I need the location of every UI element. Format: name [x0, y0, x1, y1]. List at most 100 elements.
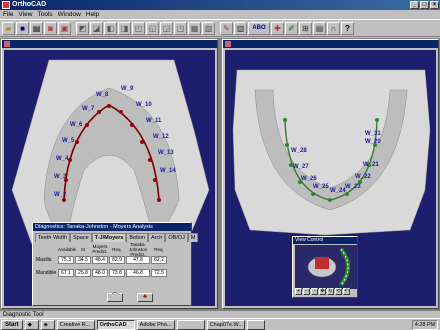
value-cell: 25.8	[75, 268, 91, 277]
value-cell: 72.5	[151, 268, 167, 277]
tab-more[interactable]: M	[187, 233, 199, 242]
zoom-fit-icon[interactable]: ◦	[311, 288, 318, 295]
arch-icon[interactable]: ∩	[327, 21, 340, 35]
tab-arch[interactable]: Arch	[148, 233, 166, 242]
diagnostics-dialog: Diagnostics: Tanaka-Johnston - Moyers An…	[32, 222, 199, 306]
maximize-button[interactable]: □	[420, 1, 429, 9]
view-right-icon[interactable]: ◱	[146, 21, 159, 35]
view-left-icon[interactable]: ◰	[132, 21, 145, 35]
view-window-icon	[4, 41, 10, 47]
view-upper-icon[interactable]: ◩	[76, 21, 89, 35]
undo-view-icon[interactable]: ↶	[343, 288, 350, 295]
tooth-label: W_26	[301, 176, 317, 182]
model-icon[interactable]: ◙	[44, 21, 57, 35]
measure-icon[interactable]: ✎	[220, 21, 233, 35]
rotate-cube-icon	[315, 257, 329, 269]
start-button[interactable]: Start	[1, 319, 23, 330]
system-clock: 4:28 PM	[412, 320, 438, 330]
view-control-title: View Control	[293, 237, 357, 244]
close-button[interactable]: ×	[430, 1, 439, 9]
quicklaunch-icon[interactable]: ◆	[24, 319, 39, 330]
task-adobe-photoshop[interactable]: Adobe Pho...	[136, 319, 175, 330]
value-cell: 67.1	[58, 268, 74, 277]
pan-icon[interactable]: ✥	[319, 288, 326, 295]
value-cell: 73.8	[109, 268, 125, 277]
view-bottom-icon[interactable]: ◳	[174, 21, 187, 35]
table-row: Maxilla 75.3 34.5 48.4 82.9 47.8 82.2	[36, 255, 190, 264]
save-icon[interactable]: ■	[16, 21, 29, 35]
tooth-label: W_8	[96, 92, 109, 98]
menu-help[interactable]: Help	[86, 10, 99, 19]
tooth-label: W_20	[365, 139, 381, 145]
tooth-label: W_13	[158, 150, 174, 156]
tab-space[interactable]: Space	[70, 233, 92, 242]
view-window-icon	[225, 41, 231, 47]
value-cell: 82.2	[151, 255, 167, 264]
tooth-label: W_9	[121, 86, 134, 92]
annotate-icon[interactable]: ✐	[285, 21, 298, 35]
column-header: Req.	[154, 246, 164, 252]
tab-ob-oj[interactable]: OB/OJ	[165, 233, 188, 242]
tab-tj-moyers[interactable]: T-J/Moyers	[91, 233, 127, 242]
orthocad-app-icon	[2, 1, 10, 9]
tab-teeth-width[interactable]: Teeth Width	[35, 233, 71, 242]
tooth-label: W_7	[82, 106, 95, 112]
chart-button[interactable]: ⌒	[107, 293, 123, 302]
minimize-button[interactable]: _	[410, 1, 419, 9]
status-bar: Diagnostic Tool	[0, 310, 440, 318]
view-control-buttons: + − ◦ ✥ ↻ ⟲ ↶	[295, 288, 350, 295]
tooth-label: W_21	[363, 162, 379, 168]
print-icon[interactable]: ▤	[30, 21, 43, 35]
app-title-bar: OrthoCAD _ □ ×	[0, 0, 440, 10]
task-window[interactable]	[176, 319, 205, 330]
rotate-icon[interactable]: ↻	[327, 288, 334, 295]
tooth-label: W_11	[146, 118, 162, 124]
menu-view[interactable]: View	[18, 10, 32, 19]
view-both-icon[interactable]: ◧	[104, 21, 117, 35]
column-header: Available	[58, 246, 77, 252]
tooth-label: W_2	[54, 192, 67, 198]
toolbar: ▰ ■ ▤ ◙ ▣ ◩ ◪ ◧ ◨ ◰ ◱ ◲ ◳ ▦ ▧ ✎ ▨ ABO ✚ …	[0, 19, 440, 37]
diagnostic-icon[interactable]: ✚	[271, 21, 284, 35]
tooth-label: W_22	[355, 174, 371, 180]
open-folder-icon[interactable]: ▰	[2, 21, 15, 35]
reset-view-icon[interactable]: ⟲	[335, 288, 342, 295]
view-lower-icon[interactable]: ◪	[90, 21, 103, 35]
zoom-in-icon[interactable]: +	[295, 288, 302, 295]
zoom-out-icon[interactable]: −	[303, 288, 310, 295]
tooth-label: W_3	[54, 174, 67, 180]
tooth-label: W_28	[291, 148, 307, 154]
task-chap07e[interactable]: Chap07e.W...	[206, 319, 245, 330]
bracket-icon[interactable]: ⊞	[299, 21, 312, 35]
view-back-icon[interactable]: ◲	[160, 21, 173, 35]
rotation-widget[interactable]	[295, 245, 357, 289]
column-header: Tanaka-Johnston Predict.	[128, 241, 148, 257]
tooth-label: W_24	[330, 188, 346, 194]
view-top-icon[interactable]: ▦	[188, 21, 201, 35]
row-label: Mandible	[36, 269, 57, 276]
value-cell: 48.4	[92, 255, 108, 264]
column-header: Moyers Predict.	[92, 244, 108, 254]
gallery-icon[interactable]: ▨	[234, 21, 247, 35]
tooth-label: W_27	[293, 164, 309, 170]
table-row: Mandible 67.1 25.8 48.0 73.8 46.8 72.5	[36, 268, 190, 277]
tooth-label: W_14	[160, 168, 176, 174]
task-window[interactable]	[246, 319, 265, 330]
value-cell: 48.0	[92, 268, 108, 277]
task-orthocad[interactable]: OrthoCAD	[96, 319, 135, 330]
occlusion-icon[interactable]: ▧	[202, 21, 215, 35]
menu-tools[interactable]: Tools	[37, 10, 52, 19]
value-cell: 75.3	[58, 255, 74, 264]
abo-button[interactable]: ABO	[248, 21, 270, 35]
grid-icon[interactable]: ▤	[313, 21, 326, 35]
tooth-label: W_10	[136, 102, 152, 108]
task-creative[interactable]: Creative R...	[56, 319, 95, 330]
quicklaunch-icon[interactable]: ◈	[40, 319, 55, 330]
export-icon[interactable]: ▣	[58, 21, 71, 35]
tooth-label: W_25	[313, 184, 329, 190]
menu-window[interactable]: Window	[58, 10, 81, 19]
view-front-icon[interactable]: ◨	[118, 21, 131, 35]
help-icon[interactable]: ?	[341, 21, 354, 35]
print-report-button[interactable]: ♣	[137, 293, 153, 302]
menu-file[interactable]: File	[3, 10, 13, 19]
